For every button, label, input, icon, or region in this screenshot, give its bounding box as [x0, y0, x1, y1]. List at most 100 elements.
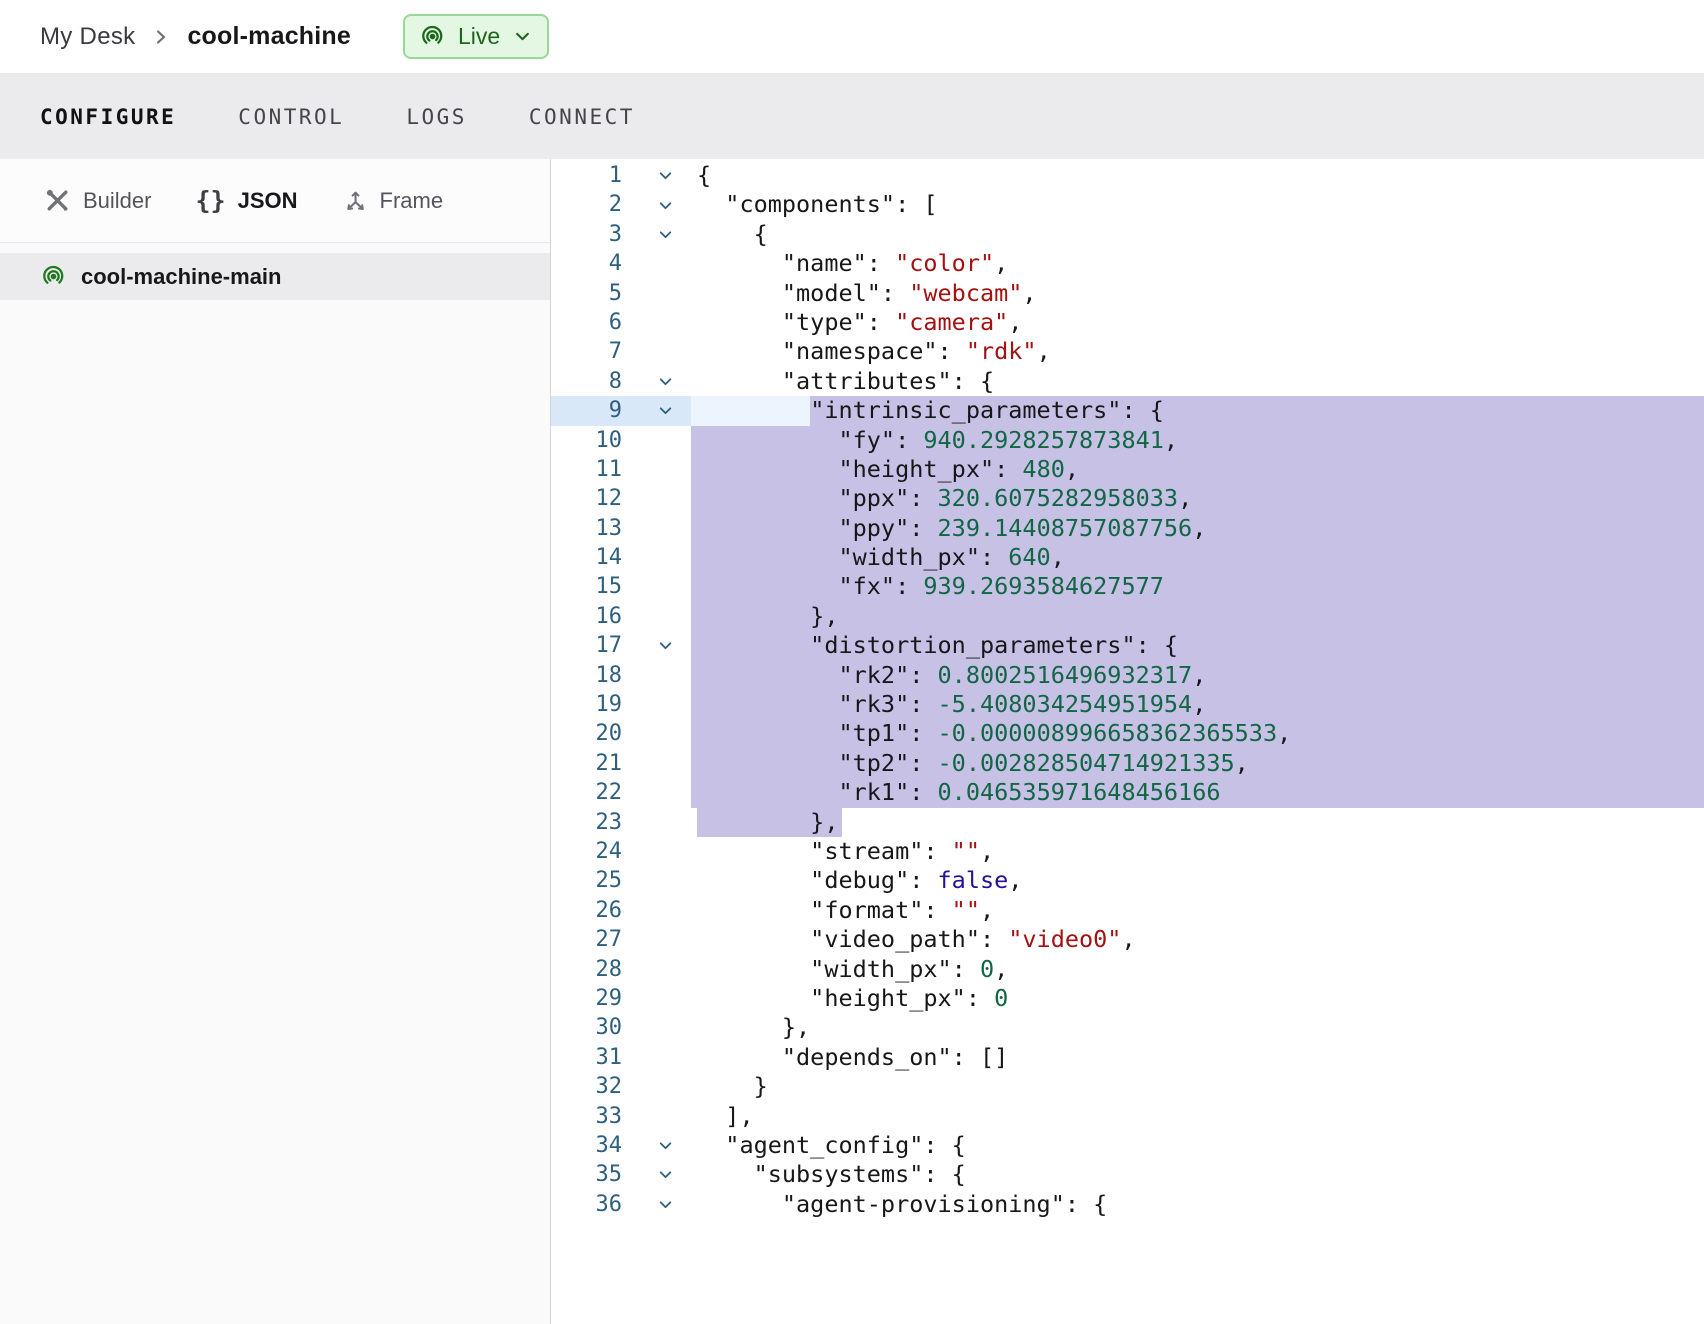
code-content[interactable]: "attributes": {	[691, 367, 1704, 396]
code-line-19[interactable]: 19 "rk3": -5.408034254951954,	[551, 690, 1704, 719]
code-line-30[interactable]: 30 },	[551, 1013, 1704, 1042]
fold-toggle[interactable]	[639, 1131, 691, 1160]
line-number: 6	[551, 308, 639, 337]
code-content[interactable]: "video_path": "video0",	[691, 925, 1704, 954]
code-content[interactable]: "fx": 939.2693584627577	[691, 572, 1704, 601]
code-content[interactable]: "rk3": -5.408034254951954,	[691, 690, 1704, 719]
code-content[interactable]: }	[691, 1072, 1704, 1101]
code-line-24[interactable]: 24 "stream": "",	[551, 837, 1704, 866]
code-content[interactable]: },	[691, 602, 1704, 631]
fold-toggle[interactable]	[639, 1190, 691, 1219]
code-line-29[interactable]: 29 "height_px": 0	[551, 984, 1704, 1013]
json-code-editor[interactable]: 1{2 "components": [3 {4 "name": "color",…	[551, 159, 1704, 1324]
toggle-frame[interactable]: Frame	[342, 188, 444, 214]
code-line-4[interactable]: 4 "name": "color",	[551, 249, 1704, 278]
breadcrumb-parent[interactable]: My Desk	[40, 23, 135, 51]
fold-toggle[interactable]	[639, 1160, 691, 1189]
code-line-36[interactable]: 36 "agent-provisioning": {	[551, 1190, 1704, 1219]
fold-toggle[interactable]	[639, 161, 691, 190]
code-content[interactable]: },	[691, 1013, 1704, 1042]
code-line-32[interactable]: 32 }	[551, 1072, 1704, 1101]
code-content[interactable]: "format": "",	[691, 896, 1704, 925]
code-line-3[interactable]: 3 {	[551, 220, 1704, 249]
tab-control[interactable]: CONTROL	[238, 105, 344, 129]
code-line-20[interactable]: 20 "tp1": -0.000008996658362365533,	[551, 719, 1704, 748]
toggle-json[interactable]: {} JSON	[195, 186, 297, 215]
toggle-builder[interactable]: Builder	[44, 187, 151, 214]
code-content[interactable]: "model": "webcam",	[691, 279, 1704, 308]
tab-logs[interactable]: LOGS	[406, 105, 467, 129]
code-content[interactable]: "height_px": 480,	[691, 455, 1704, 484]
fold-toggle[interactable]	[639, 396, 691, 425]
code-line-5[interactable]: 5 "model": "webcam",	[551, 279, 1704, 308]
code-line-13[interactable]: 13 "ppy": 239.14408757087756,	[551, 514, 1704, 543]
code-content[interactable]: {	[691, 220, 1704, 249]
code-line-35[interactable]: 35 "subsystems": {	[551, 1160, 1704, 1189]
fold-toggle[interactable]	[639, 367, 691, 396]
code-line-1[interactable]: 1{	[551, 161, 1704, 190]
code-line-2[interactable]: 2 "components": [	[551, 190, 1704, 219]
code-content[interactable]: "namespace": "rdk",	[691, 337, 1704, 366]
code-content[interactable]: "distortion_parameters": {	[691, 631, 1704, 660]
code-content[interactable]: "name": "color",	[691, 249, 1704, 278]
code-line-10[interactable]: 10 "fy": 940.2928257873841,	[551, 426, 1704, 455]
code-line-31[interactable]: 31 "depends_on": []	[551, 1043, 1704, 1072]
code-line-7[interactable]: 7 "namespace": "rdk",	[551, 337, 1704, 366]
code-content[interactable]: "fy": 940.2928257873841,	[691, 426, 1704, 455]
code-line-23[interactable]: 23 },	[551, 808, 1704, 837]
code-line-12[interactable]: 12 "ppx": 320.6075282958033,	[551, 484, 1704, 513]
code-content[interactable]: "tp1": -0.000008996658362365533,	[691, 719, 1704, 748]
code-content[interactable]: "tp2": -0.002828504714921335,	[691, 749, 1704, 778]
code-token: "fx":	[697, 572, 923, 601]
code-content[interactable]: "agent_config": {	[691, 1131, 1704, 1160]
code-content[interactable]: ],	[691, 1102, 1704, 1131]
code-content[interactable]: "agent-provisioning": {	[691, 1190, 1704, 1219]
code-content[interactable]: "ppx": 320.6075282958033,	[691, 484, 1704, 513]
machine-status-dropdown[interactable]: Live	[403, 14, 549, 59]
code-line-11[interactable]: 11 "height_px": 480,	[551, 455, 1704, 484]
code-line-18[interactable]: 18 "rk2": 0.8002516496932317,	[551, 661, 1704, 690]
code-token: ""	[952, 896, 980, 925]
code-content[interactable]: "depends_on": []	[691, 1043, 1704, 1072]
code-content[interactable]: "intrinsic_parameters": {	[691, 396, 1704, 425]
code-line-26[interactable]: 26 "format": "",	[551, 896, 1704, 925]
code-content[interactable]: "height_px": 0	[691, 984, 1704, 1013]
code-content[interactable]: "width_px": 640,	[691, 543, 1704, 572]
code-line-21[interactable]: 21 "tp2": -0.002828504714921335,	[551, 749, 1704, 778]
fold-toggle[interactable]	[639, 631, 691, 660]
code-content[interactable]: "rk2": 0.8002516496932317,	[691, 661, 1704, 690]
code-content[interactable]: "subsystems": {	[691, 1160, 1704, 1189]
code-line-27[interactable]: 27 "video_path": "video0",	[551, 925, 1704, 954]
code-line-14[interactable]: 14 "width_px": 640,	[551, 543, 1704, 572]
code-line-33[interactable]: 33 ],	[551, 1102, 1704, 1131]
code-token: "agent-provisioning": {	[697, 1190, 1107, 1219]
code-token: "subsystems": {	[697, 1160, 966, 1189]
code-content[interactable]: {	[691, 161, 1704, 190]
code-line-17[interactable]: 17 "distortion_parameters": {	[551, 631, 1704, 660]
code-content[interactable]: "type": "camera",	[691, 308, 1704, 337]
fold-toggle[interactable]	[639, 220, 691, 249]
code-line-28[interactable]: 28 "width_px": 0,	[551, 955, 1704, 984]
code-content[interactable]: "components": [	[691, 190, 1704, 219]
fold-toggle[interactable]	[639, 190, 691, 219]
code-token: ,	[1022, 279, 1036, 308]
tab-connect[interactable]: CONNECT	[529, 105, 635, 129]
code-line-6[interactable]: 6 "type": "camera",	[551, 308, 1704, 337]
tab-configure[interactable]: CONFIGURE	[40, 105, 176, 129]
code-content[interactable]: },	[691, 808, 1704, 837]
code-content[interactable]: "ppy": 239.14408757087756,	[691, 514, 1704, 543]
code-line-8[interactable]: 8 "attributes": {	[551, 367, 1704, 396]
code-line-16[interactable]: 16 },	[551, 602, 1704, 631]
code-line-25[interactable]: 25 "debug": false,	[551, 866, 1704, 895]
code-content[interactable]: "stream": "",	[691, 837, 1704, 866]
fold-gutter	[639, 925, 691, 954]
sidebar-item-cool-machine-main[interactable]: cool-machine-main	[0, 253, 550, 300]
code-token: "agent_config": {	[697, 1131, 966, 1160]
code-content[interactable]: "debug": false,	[691, 866, 1704, 895]
code-line-15[interactable]: 15 "fx": 939.2693584627577	[551, 572, 1704, 601]
code-line-34[interactable]: 34 "agent_config": {	[551, 1131, 1704, 1160]
code-content[interactable]: "rk1": 0.046535971648456166	[691, 778, 1704, 807]
code-content[interactable]: "width_px": 0,	[691, 955, 1704, 984]
code-line-22[interactable]: 22 "rk1": 0.046535971648456166	[551, 778, 1704, 807]
code-line-9[interactable]: 9 "intrinsic_parameters": {	[551, 396, 1704, 425]
